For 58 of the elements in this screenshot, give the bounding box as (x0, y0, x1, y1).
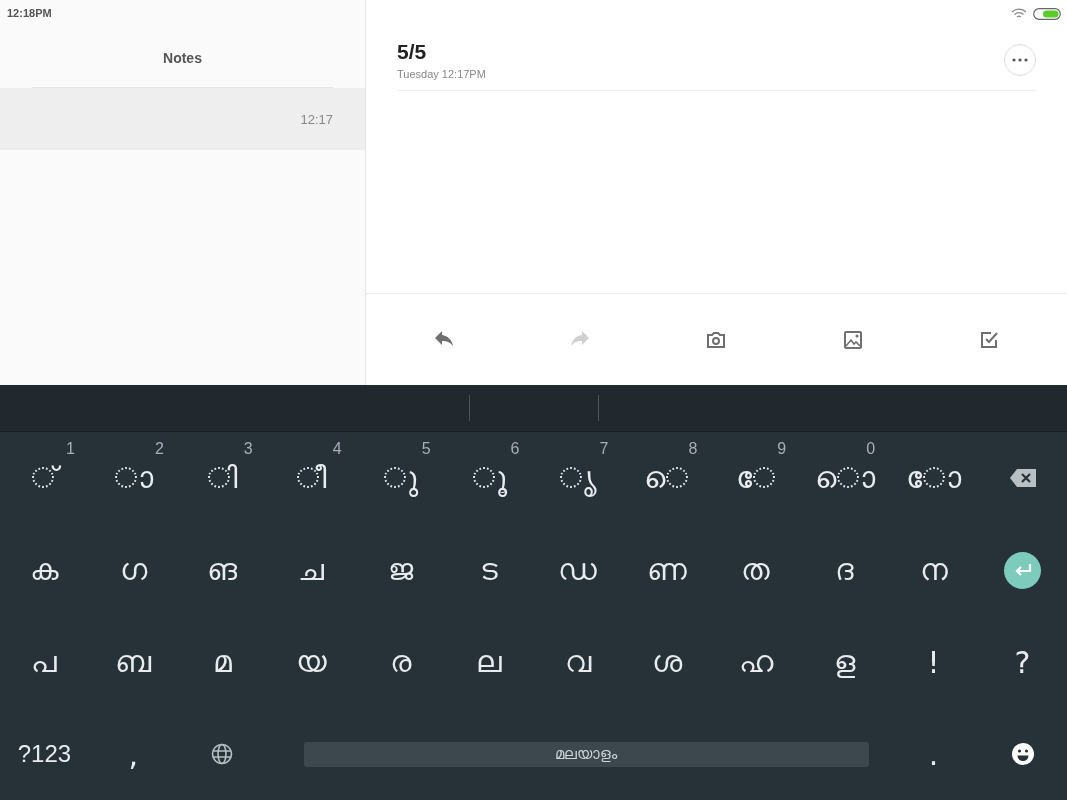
key-hint: 4 (332, 440, 342, 458)
key[interactable]: ര (355, 616, 445, 708)
key[interactable]: ള (800, 616, 890, 708)
key[interactable]: ദ (800, 524, 890, 616)
key[interactable]: ട (444, 524, 534, 616)
key-hint: 0 (866, 440, 876, 458)
key[interactable]: . (889, 708, 979, 800)
symbols-key[interactable]: ?123 (0, 708, 89, 800)
key[interactable]: ച (266, 524, 356, 616)
key[interactable]: ◌ൃ 7 (533, 432, 623, 524)
key[interactable]: ◌െ 8 (622, 432, 712, 524)
key-hint: 5 (421, 440, 431, 458)
globe-icon[interactable] (211, 743, 234, 765)
key[interactable]: ണ (622, 524, 712, 616)
backspace-icon[interactable] (1009, 469, 1036, 487)
note-title: 5/5 (397, 40, 428, 64)
space-bar[interactable]: മലയാളം (303, 741, 870, 767)
more-icon (1012, 58, 1028, 62)
key[interactable]: ഹ (711, 616, 801, 708)
note-date: Tuesday 12:17PM (397, 68, 487, 80)
key-hint: 9 (777, 440, 787, 458)
key[interactable]: ◌ി 3 (177, 432, 267, 524)
key[interactable]: ജ (355, 524, 445, 616)
key-hint: 8 (688, 440, 698, 458)
key[interactable]: ◌ാ 2 (88, 432, 178, 524)
key[interactable]: ബ (88, 616, 178, 708)
key[interactable]: ന (889, 524, 979, 616)
key[interactable]: ങ (177, 524, 267, 616)
key[interactable]: ! (889, 616, 979, 708)
key-hint: 7 (599, 440, 609, 458)
key[interactable]: ല (444, 616, 534, 708)
key[interactable]: മ (177, 616, 267, 708)
key[interactable]: യ (266, 616, 356, 708)
key[interactable]: ക (0, 524, 89, 616)
status-time: 12:18PM (6, 6, 53, 21)
key[interactable]: പ (0, 616, 89, 708)
key[interactable]: വ (533, 616, 623, 708)
key[interactable]: ◌ൂ 6 (444, 432, 534, 524)
key[interactable]: ഗ (88, 524, 178, 616)
key[interactable]: ◌ൊ 0 (800, 432, 890, 524)
key[interactable]: ? (978, 616, 1067, 708)
emoji-icon[interactable] (1010, 742, 1035, 766)
key[interactable]: ഡ (533, 524, 623, 616)
key[interactable]: ◌ു 5 (355, 432, 445, 524)
key[interactable]: ◌േ 9 (711, 432, 801, 524)
key[interactable]: , (88, 708, 178, 800)
enter-key[interactable] (1004, 551, 1042, 589)
key[interactable]: ◌് 1 (0, 432, 89, 524)
key-hint: 1 (66, 440, 75, 458)
key[interactable]: ത (711, 524, 801, 616)
key[interactable]: ◌ീ 4 (266, 432, 356, 524)
key-hint: 2 (154, 440, 164, 458)
key[interactable]: ശ (622, 616, 712, 708)
wifi-icon (1011, 8, 1027, 20)
battery-icon (1033, 8, 1061, 20)
key-hint: 6 (510, 440, 520, 458)
key-hint: 3 (243, 440, 253, 458)
key[interactable]: ◌ോ (889, 432, 979, 524)
